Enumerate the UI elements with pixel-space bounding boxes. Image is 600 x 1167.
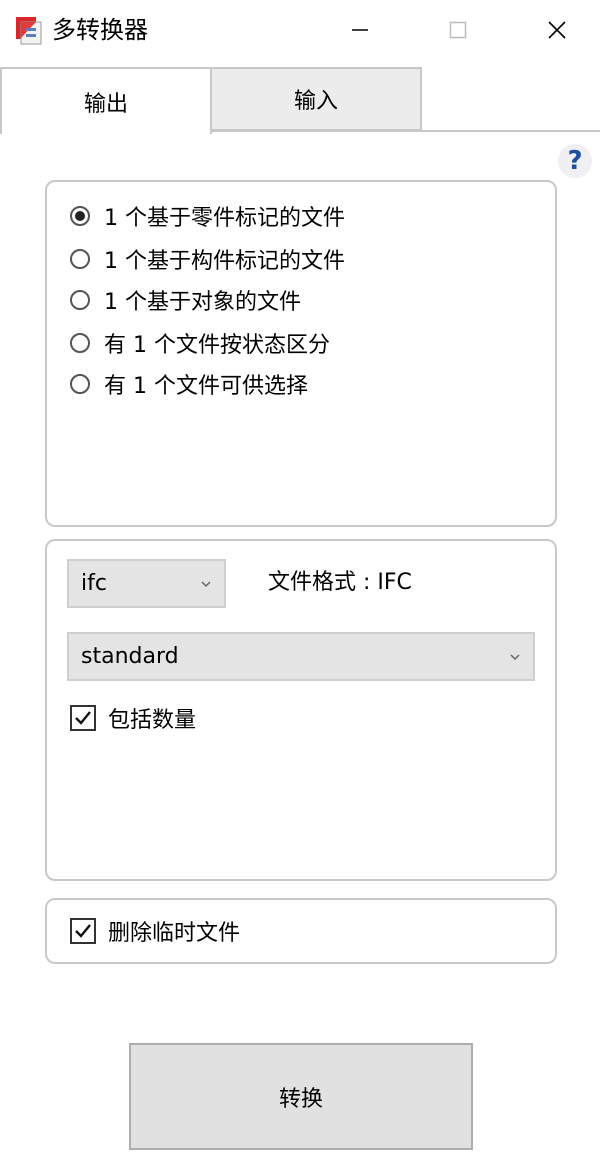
radio-file-selectable[interactable]: 有 1 个文件可供选择 [70,367,308,401]
multi-converter-app-icon [16,17,42,45]
maximize-icon [449,21,467,39]
minimize-icon [352,29,368,31]
title-bar: 多转换器 [0,0,600,60]
checkmark-icon [75,711,91,725]
chevron-down-icon [201,580,211,587]
radio-label: 有 1 个文件按状态区分 [104,333,330,358]
profile-select[interactable]: standard [67,632,535,681]
radio-assembly-mark-file[interactable]: 1 个基于构件标记的文件 [70,242,345,276]
format-select[interactable]: ifc [67,559,226,608]
close-icon [548,21,566,39]
maximize-button[interactable] [408,0,508,60]
radio-indicator[interactable] [70,333,90,353]
profile-select-value: standard [81,644,179,669]
radio-label: 1 个基于零件标记的文件 [104,206,345,231]
tab-output[interactable]: 输出 [0,67,212,134]
convert-button[interactable]: 转换 [129,1043,473,1150]
close-button[interactable] [507,0,600,60]
delete-temp-files-checkbox[interactable] [70,918,96,944]
minimize-button[interactable] [310,0,410,60]
radio-indicator[interactable] [70,374,90,394]
radio-selected-indicator[interactable] [70,206,90,226]
delete-temp-files-checkbox-row[interactable]: 删除临时文件 [70,915,240,947]
include-quantities-label: 包括数量 [108,708,197,733]
radio-part-mark-file[interactable]: 1 个基于零件标记的文件 [70,199,345,233]
help-icon[interactable]: ? [558,144,592,178]
tab-input[interactable]: 输入 [212,67,422,131]
radio-indicator[interactable] [70,249,90,269]
file-format-label: 文件格式 : IFC [268,570,412,595]
format-select-value: ifc [81,571,107,596]
include-quantities-checkbox[interactable] [70,705,96,731]
checkmark-icon [75,924,91,938]
radio-indicator[interactable] [70,290,90,310]
radio-label: 1 个基于对象的文件 [104,290,301,315]
chevron-down-icon [510,653,520,660]
radio-file-by-status[interactable]: 有 1 个文件按状态区分 [70,326,330,360]
radio-object-file[interactable]: 1 个基于对象的文件 [70,283,301,317]
include-quantities-checkbox-row[interactable]: 包括数量 [70,702,196,734]
radio-label: 有 1 个文件可供选择 [104,374,308,399]
delete-temp-files-label: 删除临时文件 [108,921,241,946]
radio-label: 1 个基于构件标记的文件 [104,249,345,274]
window-title: 多转换器 [52,16,148,44]
